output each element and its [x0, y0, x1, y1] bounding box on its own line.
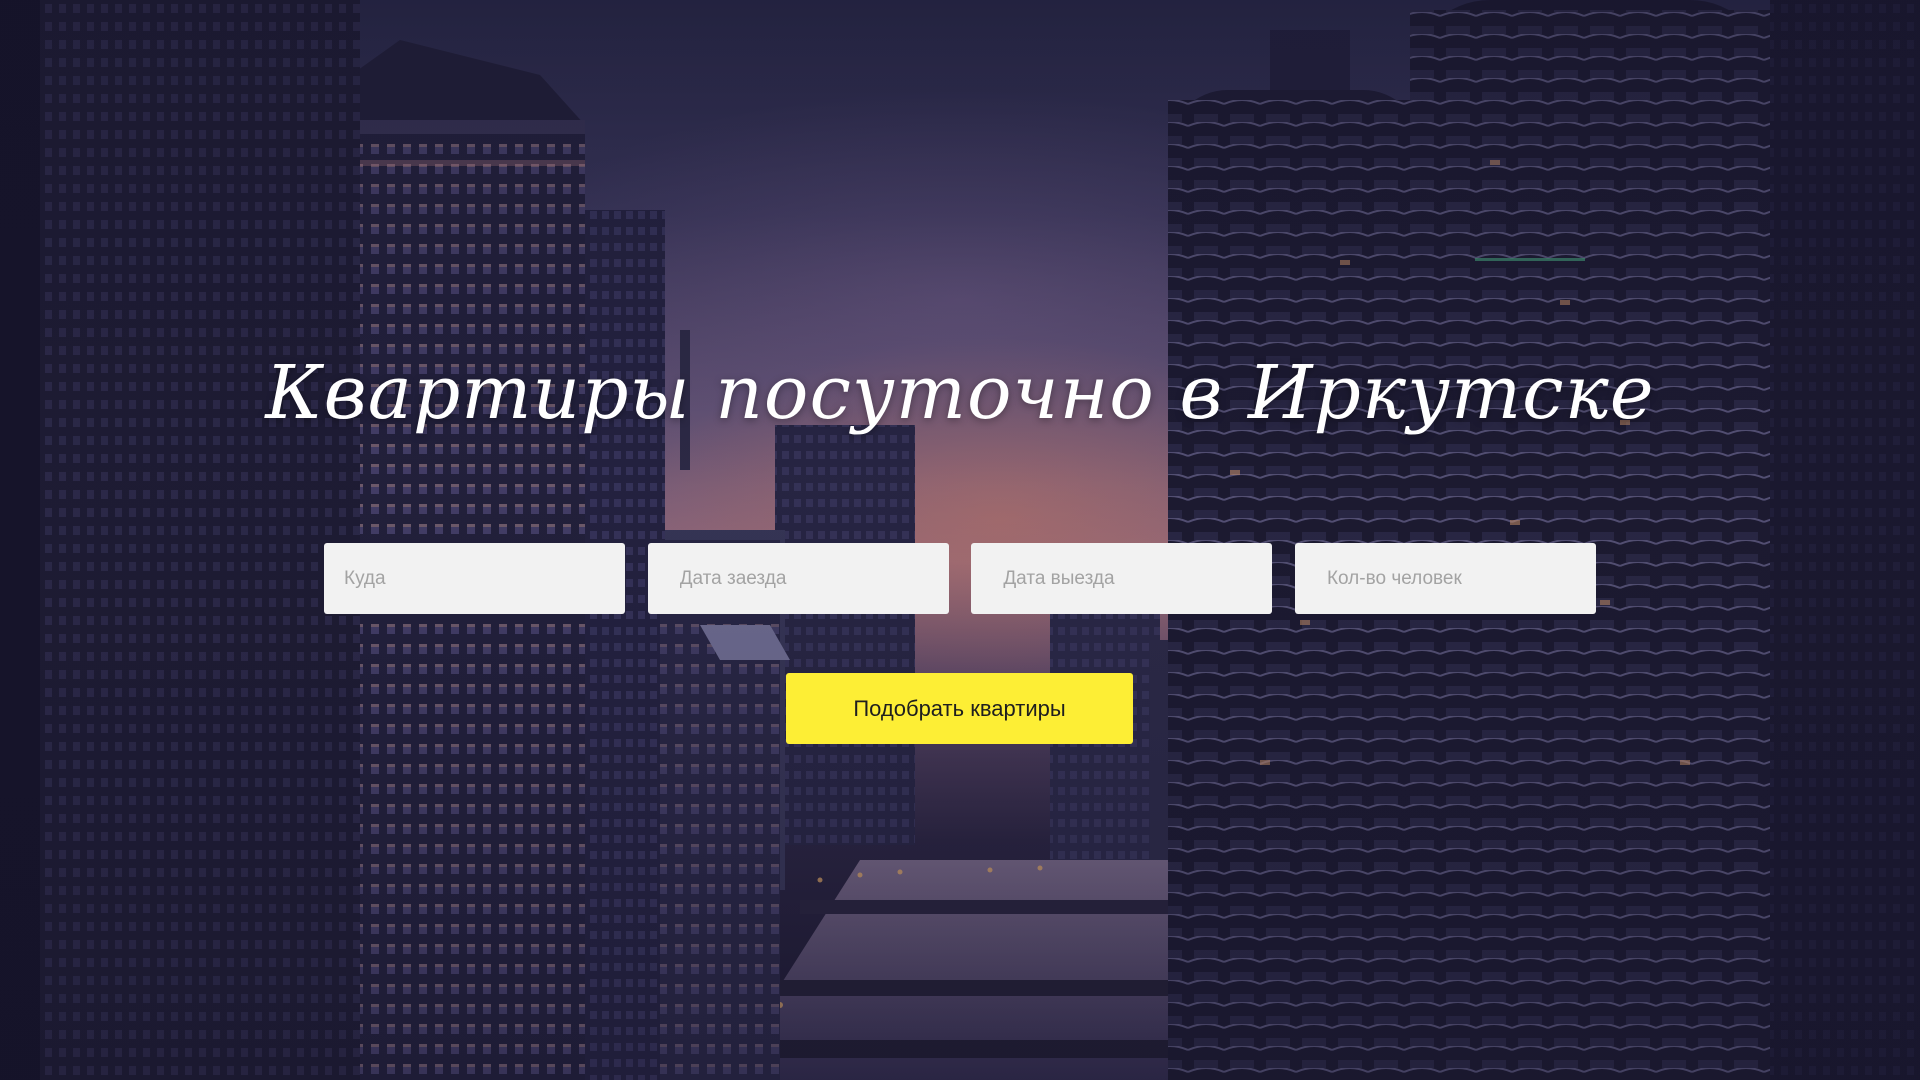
find-apartments-button[interactable]: Подобрать квартиры	[786, 673, 1133, 744]
checkout-date-input[interactable]	[971, 543, 1273, 614]
checkin-date-input[interactable]	[647, 543, 949, 614]
city-background-image	[0, 0, 1920, 1080]
destination-input[interactable]	[324, 543, 625, 614]
background-dim-overlay	[0, 0, 1920, 1080]
page-title: Квартиры посуточно в Иркутске	[265, 350, 1655, 436]
search-form	[324, 543, 1596, 614]
guests-count-input[interactable]	[1294, 543, 1596, 614]
